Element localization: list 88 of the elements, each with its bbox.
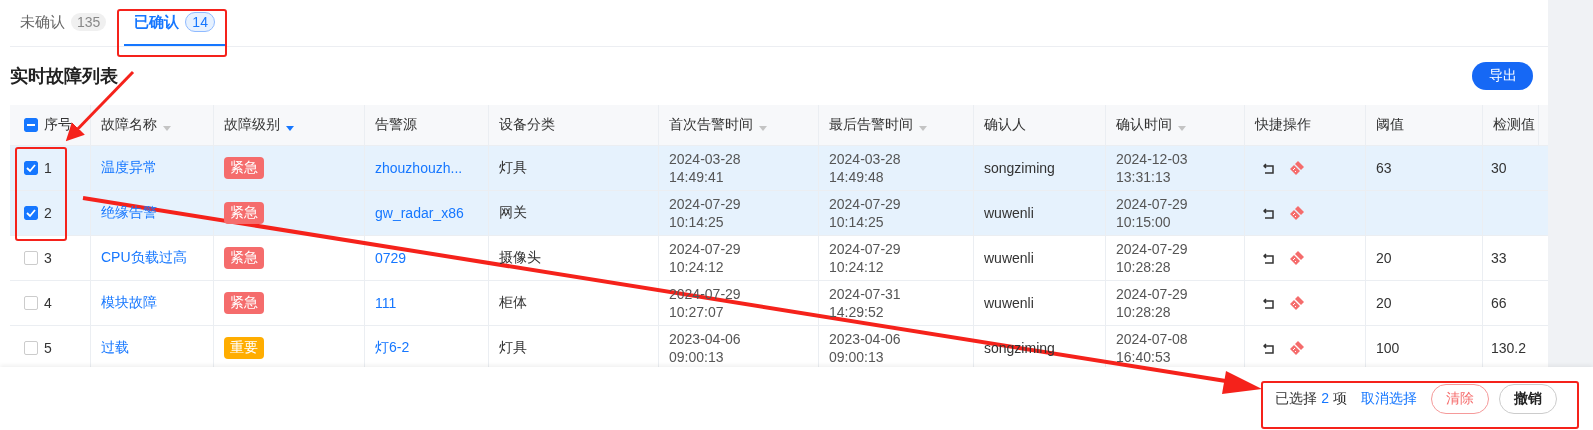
table-cell-text: 2024-07-29 10:24:12 (829, 240, 902, 277)
return-icon[interactable] (1263, 252, 1275, 264)
table-cell: 柜体 (499, 294, 527, 313)
count-badge: 14 (185, 12, 215, 33)
tab[interactable]: 未确认 135 (10, 0, 117, 47)
table-cell-text: 2024-07-29 10:14:25 (829, 195, 902, 232)
table-cell: 灯具 (499, 339, 527, 358)
column-header: 最后告警时间 (829, 116, 913, 135)
row-number: 5 (44, 340, 52, 357)
table-cell-text: 2024-07-29 10:15:00 (1116, 195, 1189, 232)
column-header: 快捷操作 (1255, 116, 1311, 135)
eraser-icon[interactable] (1289, 205, 1305, 222)
eraser-icon[interactable] (1289, 160, 1305, 177)
table-cell-text: 2024-12-03 13:31:13 (1116, 150, 1189, 187)
column-header: 首次告警时间 (669, 116, 753, 135)
table-cell: 100 (1376, 340, 1400, 357)
column-header: 确认人 (984, 116, 1026, 135)
fault-name-link[interactable]: 模块故障 (101, 294, 157, 313)
table-cell-text: 2023-04-06 09:00:13 (829, 330, 902, 367)
table-cell-text: 2024-03-28 14:49:41 (669, 150, 742, 187)
table-cell: 网关 (499, 204, 527, 223)
checkbox[interactable] (24, 296, 38, 311)
row-number: 2 (44, 205, 52, 222)
level-tag: 紧急 (224, 157, 264, 180)
tab[interactable]: 已确认 14 (124, 0, 225, 47)
table-cell: songziming (984, 160, 1055, 177)
source-link[interactable]: 0729 (375, 250, 407, 267)
column-header: 序号 (44, 116, 72, 135)
table-cell-text: 2024-07-29 10:24:12 (669, 240, 742, 277)
table-cell-text: 2024-07-08 16:40:53 (1116, 330, 1189, 367)
count-badge: 135 (71, 13, 107, 32)
table-cell: wuwenli (984, 205, 1034, 222)
table-cell: 灯具 (499, 159, 527, 178)
fault-name-link[interactable]: 温度异常 (101, 159, 157, 178)
undo-button[interactable]: 撤销 (1499, 383, 1557, 414)
export-button[interactable]: 导出 (1472, 62, 1533, 91)
cancel-selection-link[interactable]: 取消选择 (1361, 389, 1417, 408)
return-icon[interactable] (1263, 162, 1275, 174)
table-cell: 33 (1491, 250, 1507, 267)
level-tag: 紧急 (224, 292, 264, 315)
level-tag: 紧急 (224, 202, 264, 225)
table-cell-text: 2024-07-29 10:14:25 (669, 195, 742, 232)
level-tag: 重要 (224, 337, 264, 360)
source-link[interactable]: zhouzhouzh... (375, 160, 463, 177)
return-icon[interactable] (1263, 207, 1275, 219)
table-cell: 摄像头 (499, 249, 541, 268)
column-header: 检测值 (1493, 116, 1535, 135)
source-link[interactable]: 111 (375, 295, 397, 312)
table-cell-text: 2023-04-06 09:00:13 (669, 330, 742, 367)
column-header: 故障级别 (224, 116, 280, 135)
table-cell: 130.2 (1491, 340, 1527, 357)
table-cell: 30 (1491, 160, 1507, 177)
eraser-icon[interactable] (1289, 340, 1305, 357)
column-header: 设备分类 (499, 116, 555, 135)
column-header: 故障名称 (101, 116, 157, 135)
clear-button[interactable]: 清除 (1431, 383, 1489, 414)
table-cell-text: 2024-07-29 10:28:28 (1116, 285, 1189, 322)
checkbox[interactable] (24, 251, 38, 266)
column-header: 告警源 (375, 116, 417, 135)
source-link[interactable]: gw_radar_x86 (375, 205, 464, 222)
row-number: 3 (44, 250, 52, 267)
table-cell: 63 (1376, 160, 1392, 177)
eraser-icon[interactable] (1289, 295, 1305, 312)
row-number: 4 (44, 295, 52, 312)
table-cell: 20 (1376, 295, 1392, 312)
table-cell: 66 (1491, 295, 1507, 312)
section-title: 实时故障列表 (10, 65, 118, 89)
checkbox[interactable] (24, 206, 38, 221)
checkbox[interactable] (24, 341, 38, 356)
source-link[interactable]: 灯6-2 (375, 339, 410, 358)
return-icon[interactable] (1263, 342, 1275, 354)
return-icon[interactable] (1263, 297, 1275, 309)
table-cell: wuwenli (984, 295, 1034, 312)
table-cell-text: 2024-07-29 10:28:28 (1116, 240, 1189, 277)
level-tag: 紧急 (224, 247, 264, 270)
table-cell-text: 2024-03-28 14:49:48 (829, 150, 902, 187)
column-header: 确认时间 (1116, 116, 1172, 135)
checkbox[interactable] (24, 118, 38, 133)
fault-name-link[interactable]: CPU负载过高 (101, 249, 187, 268)
table-cell-text: 2024-07-31 14:29:52 (829, 285, 902, 322)
table-cell: 20 (1376, 250, 1392, 267)
row-number: 1 (44, 160, 52, 177)
table-cell: wuwenli (984, 250, 1034, 267)
checkbox[interactable] (24, 161, 38, 176)
column-header: 阈值 (1376, 116, 1404, 135)
fault-name-link[interactable]: 过载 (101, 339, 129, 358)
eraser-icon[interactable] (1289, 250, 1305, 267)
selection-count: 已选择 2 项 (1275, 389, 1347, 408)
